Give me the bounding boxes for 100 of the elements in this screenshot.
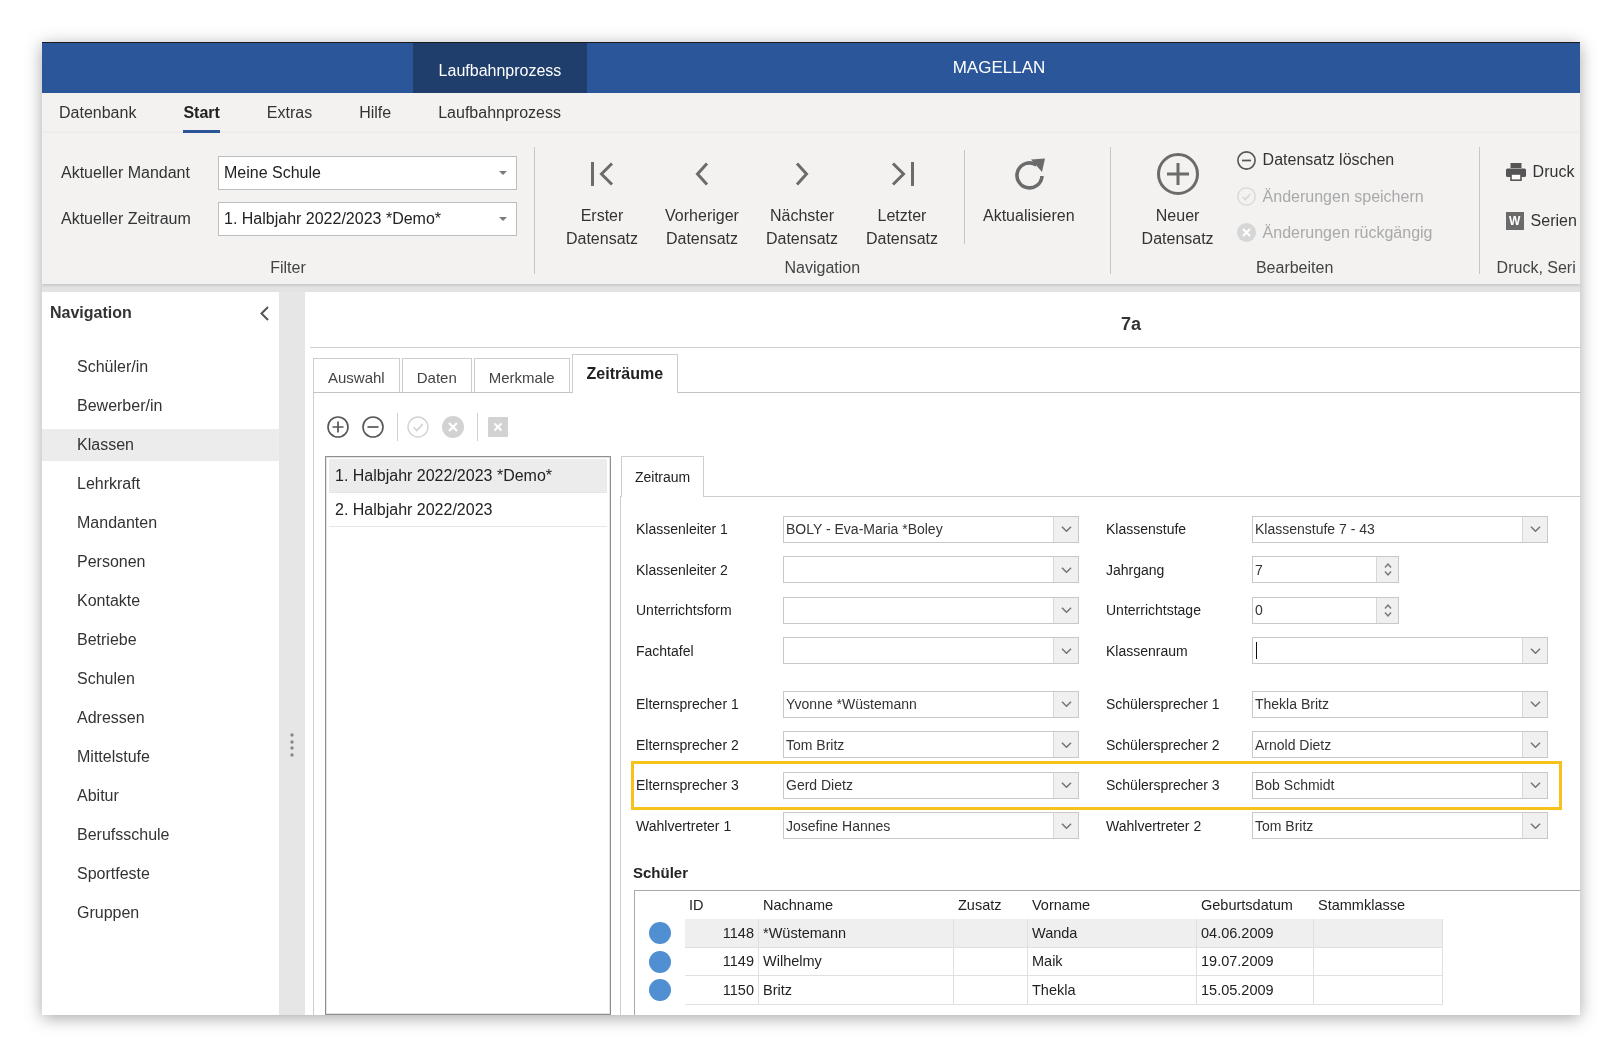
nav-item[interactable]: Kontakte xyxy=(42,585,279,617)
number-field[interactable]: 7 xyxy=(1252,556,1399,584)
context-tab[interactable]: Laufbahnprozess xyxy=(413,43,587,93)
table-cell: 1149 xyxy=(685,947,759,976)
dropdown-field[interactable] xyxy=(783,596,1079,624)
tab[interactable]: Zeitraum xyxy=(621,456,705,497)
print-button[interactable]: Druck xyxy=(1505,157,1575,188)
table-row[interactable]: 1149 Wilhelmy Maik 19.07.2009 xyxy=(685,947,1443,976)
first-record-button[interactable]: Erster Datensatz xyxy=(552,133,652,250)
spin-button[interactable] xyxy=(1376,597,1398,623)
tab[interactable]: Auswahl xyxy=(313,358,400,392)
x-circle-icon xyxy=(1236,223,1256,243)
mail-merge-button[interactable]: W Serien xyxy=(1505,205,1577,236)
dropdown-field[interactable]: Tom Britz xyxy=(783,731,1079,759)
table-row[interactable]: 1150 Britz Thekla 15.05.2009 xyxy=(685,976,1443,1005)
tab[interactable]: Daten xyxy=(401,358,472,392)
dropdown-button[interactable] xyxy=(1053,772,1078,798)
nav-item[interactable]: Betriebe xyxy=(42,624,279,656)
dropdown-button[interactable] xyxy=(1522,813,1547,839)
status-dot-icon xyxy=(649,979,671,1002)
check-circle-icon xyxy=(407,416,429,438)
nav-item[interactable]: Klassen xyxy=(42,429,279,461)
chevron-left-icon[interactable] xyxy=(260,305,269,321)
column-header[interactable]: Stammklasse xyxy=(1314,891,1443,919)
dropdown-button[interactable] xyxy=(1053,516,1078,542)
previous-record-button[interactable]: Vorheriger Datensatz xyxy=(652,133,752,250)
table-cell: *Wüstemann xyxy=(759,919,954,948)
spin-arrows-icon xyxy=(1383,562,1392,578)
dropdown-field[interactable]: Gerd Dietz xyxy=(783,771,1079,799)
tab[interactable]: Merkmale xyxy=(473,358,570,392)
grip-icon[interactable] xyxy=(290,733,294,757)
menu-tab[interactable]: Extras xyxy=(266,93,313,133)
dropdown-field[interactable]: Tom Britz xyxy=(1252,812,1548,840)
dropdown-button[interactable] xyxy=(1053,557,1078,583)
dropdown-field[interactable]: BOLY - Eva-Maria *Boley xyxy=(783,515,1079,543)
nav-item[interactable]: Mandanten xyxy=(42,507,279,539)
nav-item[interactable]: Schüler/in xyxy=(42,351,279,383)
dropdown-button[interactable] xyxy=(1522,516,1547,542)
next-record-button[interactable]: Nächster Datensatz xyxy=(752,133,852,250)
remove-button[interactable] xyxy=(362,416,384,438)
field-label: Klassenstufe xyxy=(1106,521,1188,538)
nav-item[interactable]: Gruppen xyxy=(42,897,279,929)
column-header[interactable]: Geburtsdatum xyxy=(1197,891,1314,919)
dropdown-button[interactable] xyxy=(1053,732,1078,758)
field-label: Schülersprecher 3 xyxy=(1106,777,1221,794)
x-circle-icon xyxy=(442,416,464,438)
dropdown-button[interactable] xyxy=(1522,732,1547,758)
column-header[interactable]: Zusatz xyxy=(954,891,1028,919)
dropdown-button[interactable] xyxy=(1053,638,1078,664)
table-row[interactable]: 1148 *Wüstemann Wanda 04.06.2009 xyxy=(685,919,1443,948)
dropdown-field[interactable]: Bob Schmidt xyxy=(1252,771,1548,799)
field-label: Aktueller Mandant xyxy=(61,164,191,182)
nav-item[interactable]: Lehrkraft xyxy=(42,468,279,500)
tab[interactable]: Zeiträume xyxy=(571,354,679,393)
chevron-bar-left-icon xyxy=(589,161,615,187)
delete-record-button[interactable]: Datensatz löschen xyxy=(1236,145,1395,176)
field-label: Klassenleiter 2 xyxy=(636,561,729,578)
nav-item[interactable]: Personen xyxy=(42,546,279,578)
nav-item[interactable]: Bewerber/in xyxy=(42,390,279,422)
list-item[interactable]: 1. Halbjahr 2022/2023 *Demo* xyxy=(329,459,607,493)
column-header[interactable]: ID xyxy=(685,891,759,919)
column-header[interactable]: Nachname xyxy=(759,891,954,919)
chevron-left-icon xyxy=(695,161,709,187)
nav-item[interactable]: Abitur xyxy=(42,780,279,812)
new-record-button[interactable]: Neuer Datensatz xyxy=(1127,133,1228,250)
number-field[interactable]: 0 xyxy=(1252,596,1399,624)
add-button[interactable] xyxy=(327,416,349,438)
refresh-button[interactable]: Aktualisieren xyxy=(973,133,1093,227)
dropdown-button[interactable] xyxy=(1522,638,1547,664)
dropdown-button[interactable] xyxy=(1522,691,1547,717)
menu-tab[interactable]: Laufbahnprozess xyxy=(438,93,561,133)
nav-item[interactable]: Adressen xyxy=(42,702,279,734)
dropdown-field[interactable]: Thekla Britz xyxy=(1252,690,1548,718)
menu-tab[interactable]: Hilfe xyxy=(359,93,392,133)
menu-tab[interactable]: Datenbank xyxy=(59,93,137,133)
dropdown-field[interactable]: Yvonne *Wüstemann xyxy=(783,690,1079,718)
list-item[interactable]: 2. Halbjahr 2022/2023 xyxy=(329,493,607,527)
dropdown-field[interactable]: Klassenstufe 7 - 43 xyxy=(1252,515,1548,543)
dropdown-field[interactable]: 1. Halbjahr 2022/2023 *Demo* xyxy=(218,202,517,236)
dropdown-button[interactable] xyxy=(1522,772,1547,798)
panel-title: Navigation xyxy=(50,304,132,322)
dropdown-field[interactable] xyxy=(783,637,1079,665)
dropdown-button[interactable] xyxy=(1053,597,1078,623)
dropdown-field[interactable] xyxy=(783,556,1079,584)
last-record-button[interactable]: Letzter Datensatz xyxy=(852,133,952,250)
dropdown-button[interactable] xyxy=(1053,813,1078,839)
dropdown-field[interactable]: Josefine Hannes xyxy=(783,812,1079,840)
dropdown-button[interactable] xyxy=(1053,691,1078,717)
nav-item[interactable]: Berufsschule xyxy=(42,819,279,851)
nav-item[interactable]: Mittelstufe xyxy=(42,741,279,773)
column-header[interactable]: Vorname xyxy=(1028,891,1197,919)
chevron-down-icon xyxy=(1060,741,1072,748)
dropdown-field[interactable]: Meine Schule xyxy=(218,156,517,190)
spin-button[interactable] xyxy=(1376,557,1398,583)
nav-item[interactable]: Schulen xyxy=(42,663,279,695)
dropdown-field[interactable]: Arnold Dietz xyxy=(1252,731,1548,759)
dropdown-field[interactable] xyxy=(1252,637,1548,665)
check-circle-icon xyxy=(1236,187,1256,206)
chevron-down-icon xyxy=(1060,701,1072,708)
nav-item[interactable]: Sportfeste xyxy=(42,858,279,890)
